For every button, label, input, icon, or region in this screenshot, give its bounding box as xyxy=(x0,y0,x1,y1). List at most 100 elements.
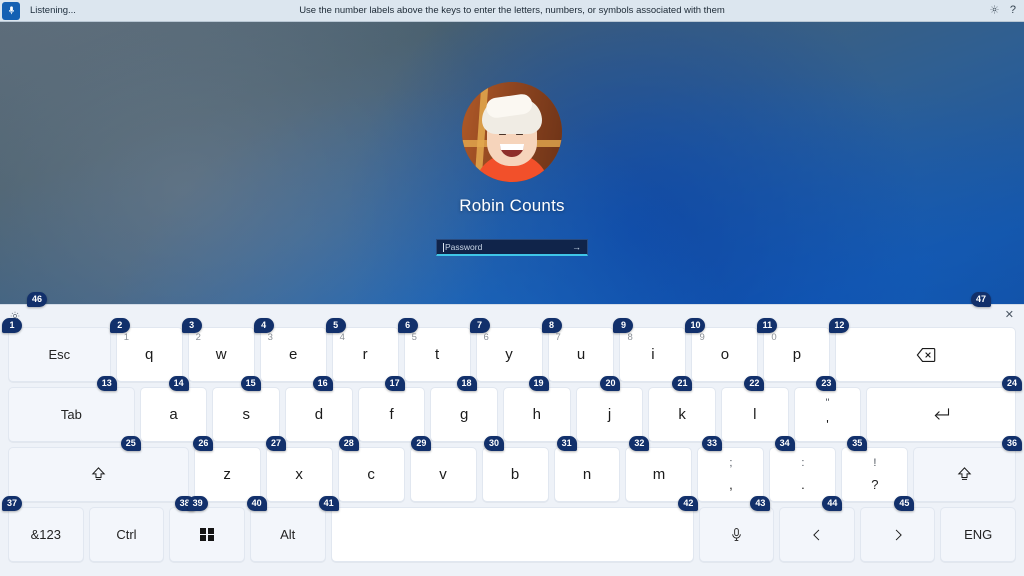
key-arrow-left[interactable] xyxy=(779,507,855,562)
microphone-icon[interactable] xyxy=(2,2,20,20)
row-3: 3738z3940x41cv b n m42;,43:.44!?45 xyxy=(8,447,1016,502)
key-tab[interactable]: Tab25 xyxy=(8,387,135,442)
key-x[interactable]: x41 xyxy=(266,447,333,502)
badge-key-q-bottom: 14 xyxy=(169,376,189,391)
key-quote[interactable]: "'35 xyxy=(794,387,862,442)
badge-key-d-bottom: 28 xyxy=(339,436,359,451)
key-semicolon[interactable]: ;,43 xyxy=(697,447,764,502)
badge-key-t-top: 6 xyxy=(398,318,418,333)
badge-keyboard-close: 47 xyxy=(971,292,991,307)
row-1: Esc1131q2142w3153e4164r5175t6186y7197u82… xyxy=(8,327,1016,382)
row-2: Tab25a26s27d28f29g30h31j32k33l34"'3536 xyxy=(8,387,1016,442)
key-semicolon-labels: ;, xyxy=(729,458,733,491)
close-icon[interactable]: ✕ xyxy=(1005,310,1014,321)
key-g[interactable]: g30 xyxy=(430,387,498,442)
key-x-label: x xyxy=(295,466,303,483)
key-n[interactable]: n xyxy=(554,447,621,502)
key-m[interactable]: m42 xyxy=(625,447,692,502)
key-v[interactable]: v xyxy=(410,447,477,502)
key-shift-left[interactable]: 3738 xyxy=(8,447,189,502)
badge-key-e-top: 4 xyxy=(254,318,274,333)
badge-key-backspace-top: 12 xyxy=(829,318,849,333)
key-ctrl[interactable]: Ctrl xyxy=(89,507,165,562)
key-a[interactable]: a26 xyxy=(140,387,208,442)
key-colon[interactable]: :.44 xyxy=(769,447,836,502)
arrow-right-icon[interactable]: → xyxy=(572,242,581,252)
badge-key-enter-bottom: 36 xyxy=(1002,436,1022,451)
key-question[interactable]: !?45 xyxy=(841,447,908,502)
key-i[interactable]: 8i921 xyxy=(619,327,686,382)
badge-key-p-bottom: 23 xyxy=(816,376,836,391)
avatar xyxy=(462,82,562,182)
key-b-label: b xyxy=(511,466,519,483)
key-y[interactable]: 6y719 xyxy=(476,327,543,382)
key-h-label: h xyxy=(533,406,541,423)
badge-key-l-bottom: 34 xyxy=(775,436,795,451)
key-b[interactable]: b xyxy=(482,447,549,502)
touch-keyboard: 46 47 ✕ Esc1131q2142w3153e4164r5175t6186… xyxy=(0,304,1024,576)
key-q-secondary-label: 1 xyxy=(124,332,129,343)
key-symbols-label: &123 xyxy=(31,527,61,542)
key-e-secondary-label: 3 xyxy=(268,332,273,343)
avatar-teeth xyxy=(500,144,524,150)
badge-key-r-top: 5 xyxy=(326,318,346,333)
badge-key-w-bottom: 15 xyxy=(241,376,261,391)
shift-icon xyxy=(89,465,108,484)
badge-key-o-bottom: 22 xyxy=(744,376,764,391)
enter-icon xyxy=(931,404,952,425)
key-t[interactable]: 5t618 xyxy=(404,327,471,382)
key-h[interactable]: h31 xyxy=(503,387,571,442)
key-language[interactable]: ENG xyxy=(940,507,1016,562)
key-o-secondary-label: 9 xyxy=(699,332,704,343)
key-question-labels: !? xyxy=(871,458,878,491)
gear-icon[interactable] xyxy=(989,4,1000,18)
key-l[interactable]: l34 xyxy=(721,387,789,442)
key-d[interactable]: d28 xyxy=(285,387,353,442)
key-u-label: u xyxy=(577,346,585,363)
chevron-right-icon xyxy=(889,526,907,544)
key-microphone[interactable] xyxy=(699,507,775,562)
key-k[interactable]: k33 xyxy=(648,387,716,442)
key-u[interactable]: 7u820 xyxy=(548,327,615,382)
key-arrow-right[interactable] xyxy=(860,507,936,562)
key-esc[interactable]: Esc113 xyxy=(8,327,111,382)
key-shift-right[interactable] xyxy=(913,447,1016,502)
key-backspace[interactable]: 1224 xyxy=(835,327,1016,382)
key-t-secondary-label: 5 xyxy=(412,332,417,343)
key-p[interactable]: 0p1123 xyxy=(763,327,830,382)
key-q[interactable]: 1q214 xyxy=(116,327,183,382)
key-n-label: n xyxy=(583,466,591,483)
badge-key-s-bottom: 27 xyxy=(266,436,286,451)
badge-key-e-bottom: 16 xyxy=(313,376,333,391)
key-r[interactable]: 4r517 xyxy=(332,327,399,382)
badge-key-x-bottom: 41 xyxy=(319,496,339,511)
keyboard-rows: Esc1131q2142w3153e4164r5175t6186y7197u82… xyxy=(0,327,1024,570)
badge-key-z-bottom-left: 39 xyxy=(188,496,208,511)
key-question-lower-label: ? xyxy=(871,478,878,491)
key-enter[interactable]: 36 xyxy=(866,387,1016,442)
key-f[interactable]: f29 xyxy=(358,387,426,442)
badge-key-q-top: 2 xyxy=(110,318,130,333)
key-windows[interactable] xyxy=(169,507,245,562)
key-alt[interactable]: Alt xyxy=(250,507,326,562)
key-e[interactable]: 3e416 xyxy=(260,327,327,382)
badge-key-p-top: 11 xyxy=(757,318,777,333)
microphone-icon xyxy=(728,526,745,543)
key-j[interactable]: j32 xyxy=(576,387,644,442)
key-d-label: d xyxy=(315,406,323,423)
key-space[interactable] xyxy=(331,507,694,562)
key-c[interactable]: c xyxy=(338,447,405,502)
key-p-secondary-label: 0 xyxy=(771,332,776,343)
key-s[interactable]: s27 xyxy=(212,387,280,442)
key-symbols[interactable]: &123 xyxy=(8,507,84,562)
badge-key-esc-top: 1 xyxy=(2,318,22,333)
key-o[interactable]: 9o1022 xyxy=(691,327,758,382)
key-w[interactable]: 2w315 xyxy=(188,327,255,382)
user-name: Robin Counts xyxy=(459,196,564,216)
key-s-label: s xyxy=(242,406,250,423)
password-input[interactable]: Password → xyxy=(436,239,588,256)
help-icon[interactable]: ? xyxy=(1010,5,1016,16)
key-o-label: o xyxy=(721,346,729,363)
key-z[interactable]: z3940 xyxy=(194,447,261,502)
key-esc-label: Esc xyxy=(49,347,71,362)
